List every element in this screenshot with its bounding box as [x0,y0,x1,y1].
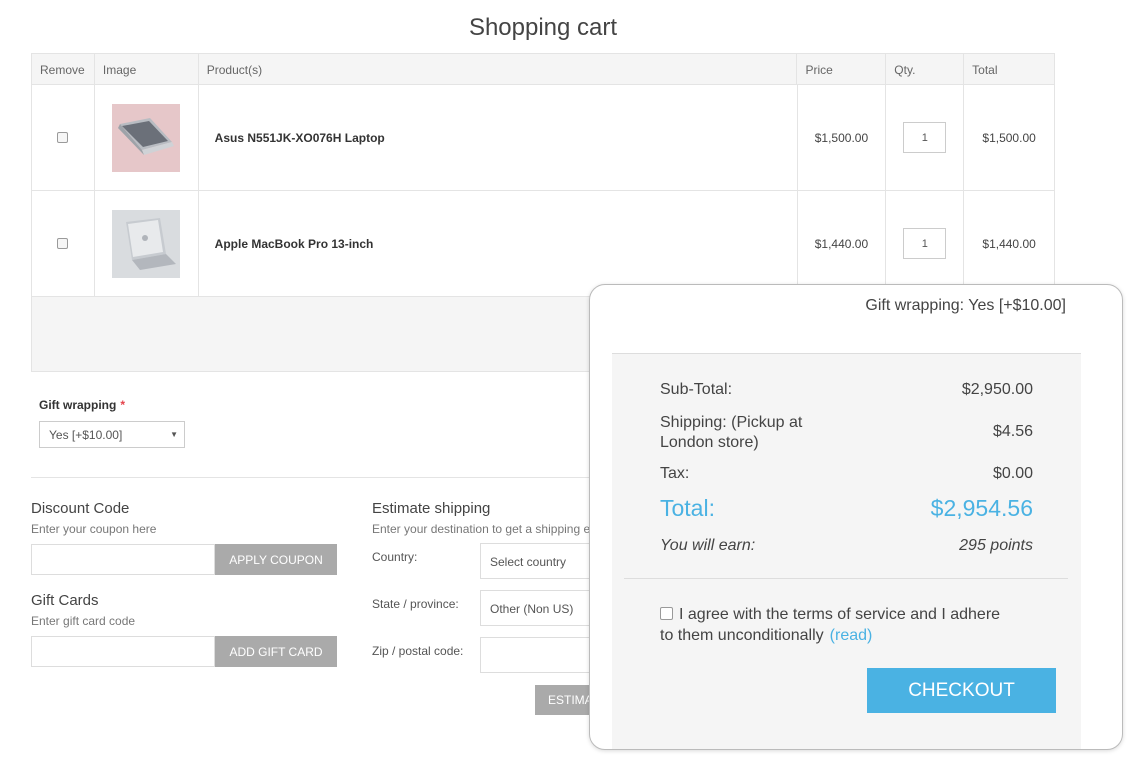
country-select[interactable]: Select country [480,543,592,579]
terms-agreement: I agree with the terms of service and I … [660,606,1001,644]
add-gift-card-button[interactable]: ADD GIFT CARD [215,636,337,667]
gift-card-input[interactable] [31,636,215,667]
divider [624,578,1068,579]
header-remove: Remove [32,54,95,84]
gift-wrapping-summary: Gift wrapping: Yes [+$10.00] [865,297,1066,314]
estimate-shipping-title: Estimate shipping [372,500,491,517]
total-row: Total: $2,954.56 [660,495,1033,521]
product-price: $1,440.00 [798,191,887,296]
laptop-image[interactable] [112,103,181,172]
header-product: Product(s) [199,54,798,84]
reward-points-row: You will earn: 295 points [660,537,1033,554]
state-label: State / province: [372,597,459,611]
order-summary-card: Gift wrapping: Yes [+$10.00] Sub-Total: … [589,284,1123,750]
terms-checkbox[interactable] [660,607,673,620]
gift-wrapping-label: Gift wrapping * [39,398,125,412]
header-qty: Qty. [886,54,965,84]
shipping-row: Shipping: (Pickup at London store) $4.56 [660,414,1033,451]
zip-label: Zip / postal code: [372,644,464,658]
coupon-input[interactable] [31,544,215,575]
row-total: $1,440.00 [982,236,1036,251]
gift-wrapping-select[interactable]: Yes [+$10.00] ▼ [39,421,185,448]
product-price: $1,500.00 [798,85,887,190]
gift-cards-title: Gift Cards [31,592,99,609]
terms-read-link[interactable]: (read) [830,627,873,644]
zip-input[interactable] [480,637,592,673]
apply-coupon-button[interactable]: APPLY COUPON [215,544,337,575]
checkout-button[interactable]: CHECKOUT [867,668,1056,713]
product-name[interactable]: Asus N551JK-XO076H Laptop [199,85,798,190]
gift-cards-hint: Enter gift card code [31,614,136,628]
estimate-button[interactable]: ESTIMA [535,685,595,715]
divider [31,477,611,478]
quantity-input[interactable]: 1 [903,228,947,259]
remove-checkbox[interactable] [57,238,69,249]
header-price: Price [797,54,887,84]
table-header: Remove Image Product(s) Price Qty. Total [32,54,1054,85]
row-total: $1,500.00 [982,130,1036,145]
order-totals: Sub-Total: $2,950.00 Shipping: (Pickup a… [612,353,1081,749]
estimate-shipping-hint: Enter your destination to get a shipping… [372,522,591,536]
discount-hint: Enter your coupon here [31,522,157,536]
required-mark: * [120,398,125,412]
state-select[interactable]: Other (Non US) [480,590,592,626]
header-total: Total [972,63,998,77]
discount-title: Discount Code [31,500,130,517]
country-label: Country: [372,550,418,564]
product-name[interactable]: Apple MacBook Pro 13-inch [199,191,798,296]
macbook-image[interactable] [112,209,181,278]
tax-row: Tax: $0.00 [660,465,1033,482]
table-row: Apple MacBook Pro 13-inch $1,440.00 1 $1… [32,191,1054,297]
quantity-input[interactable]: 1 [903,122,947,153]
remove-checkbox[interactable] [57,132,69,143]
subtotal-row: Sub-Total: $2,950.00 [660,381,1033,398]
page-title: Shopping cart [468,14,618,41]
chevron-down-icon: ▼ [170,430,178,439]
table-row: Asus N551JK-XO076H Laptop $1,500.00 1 $1… [32,85,1054,191]
header-image: Image [95,54,199,84]
